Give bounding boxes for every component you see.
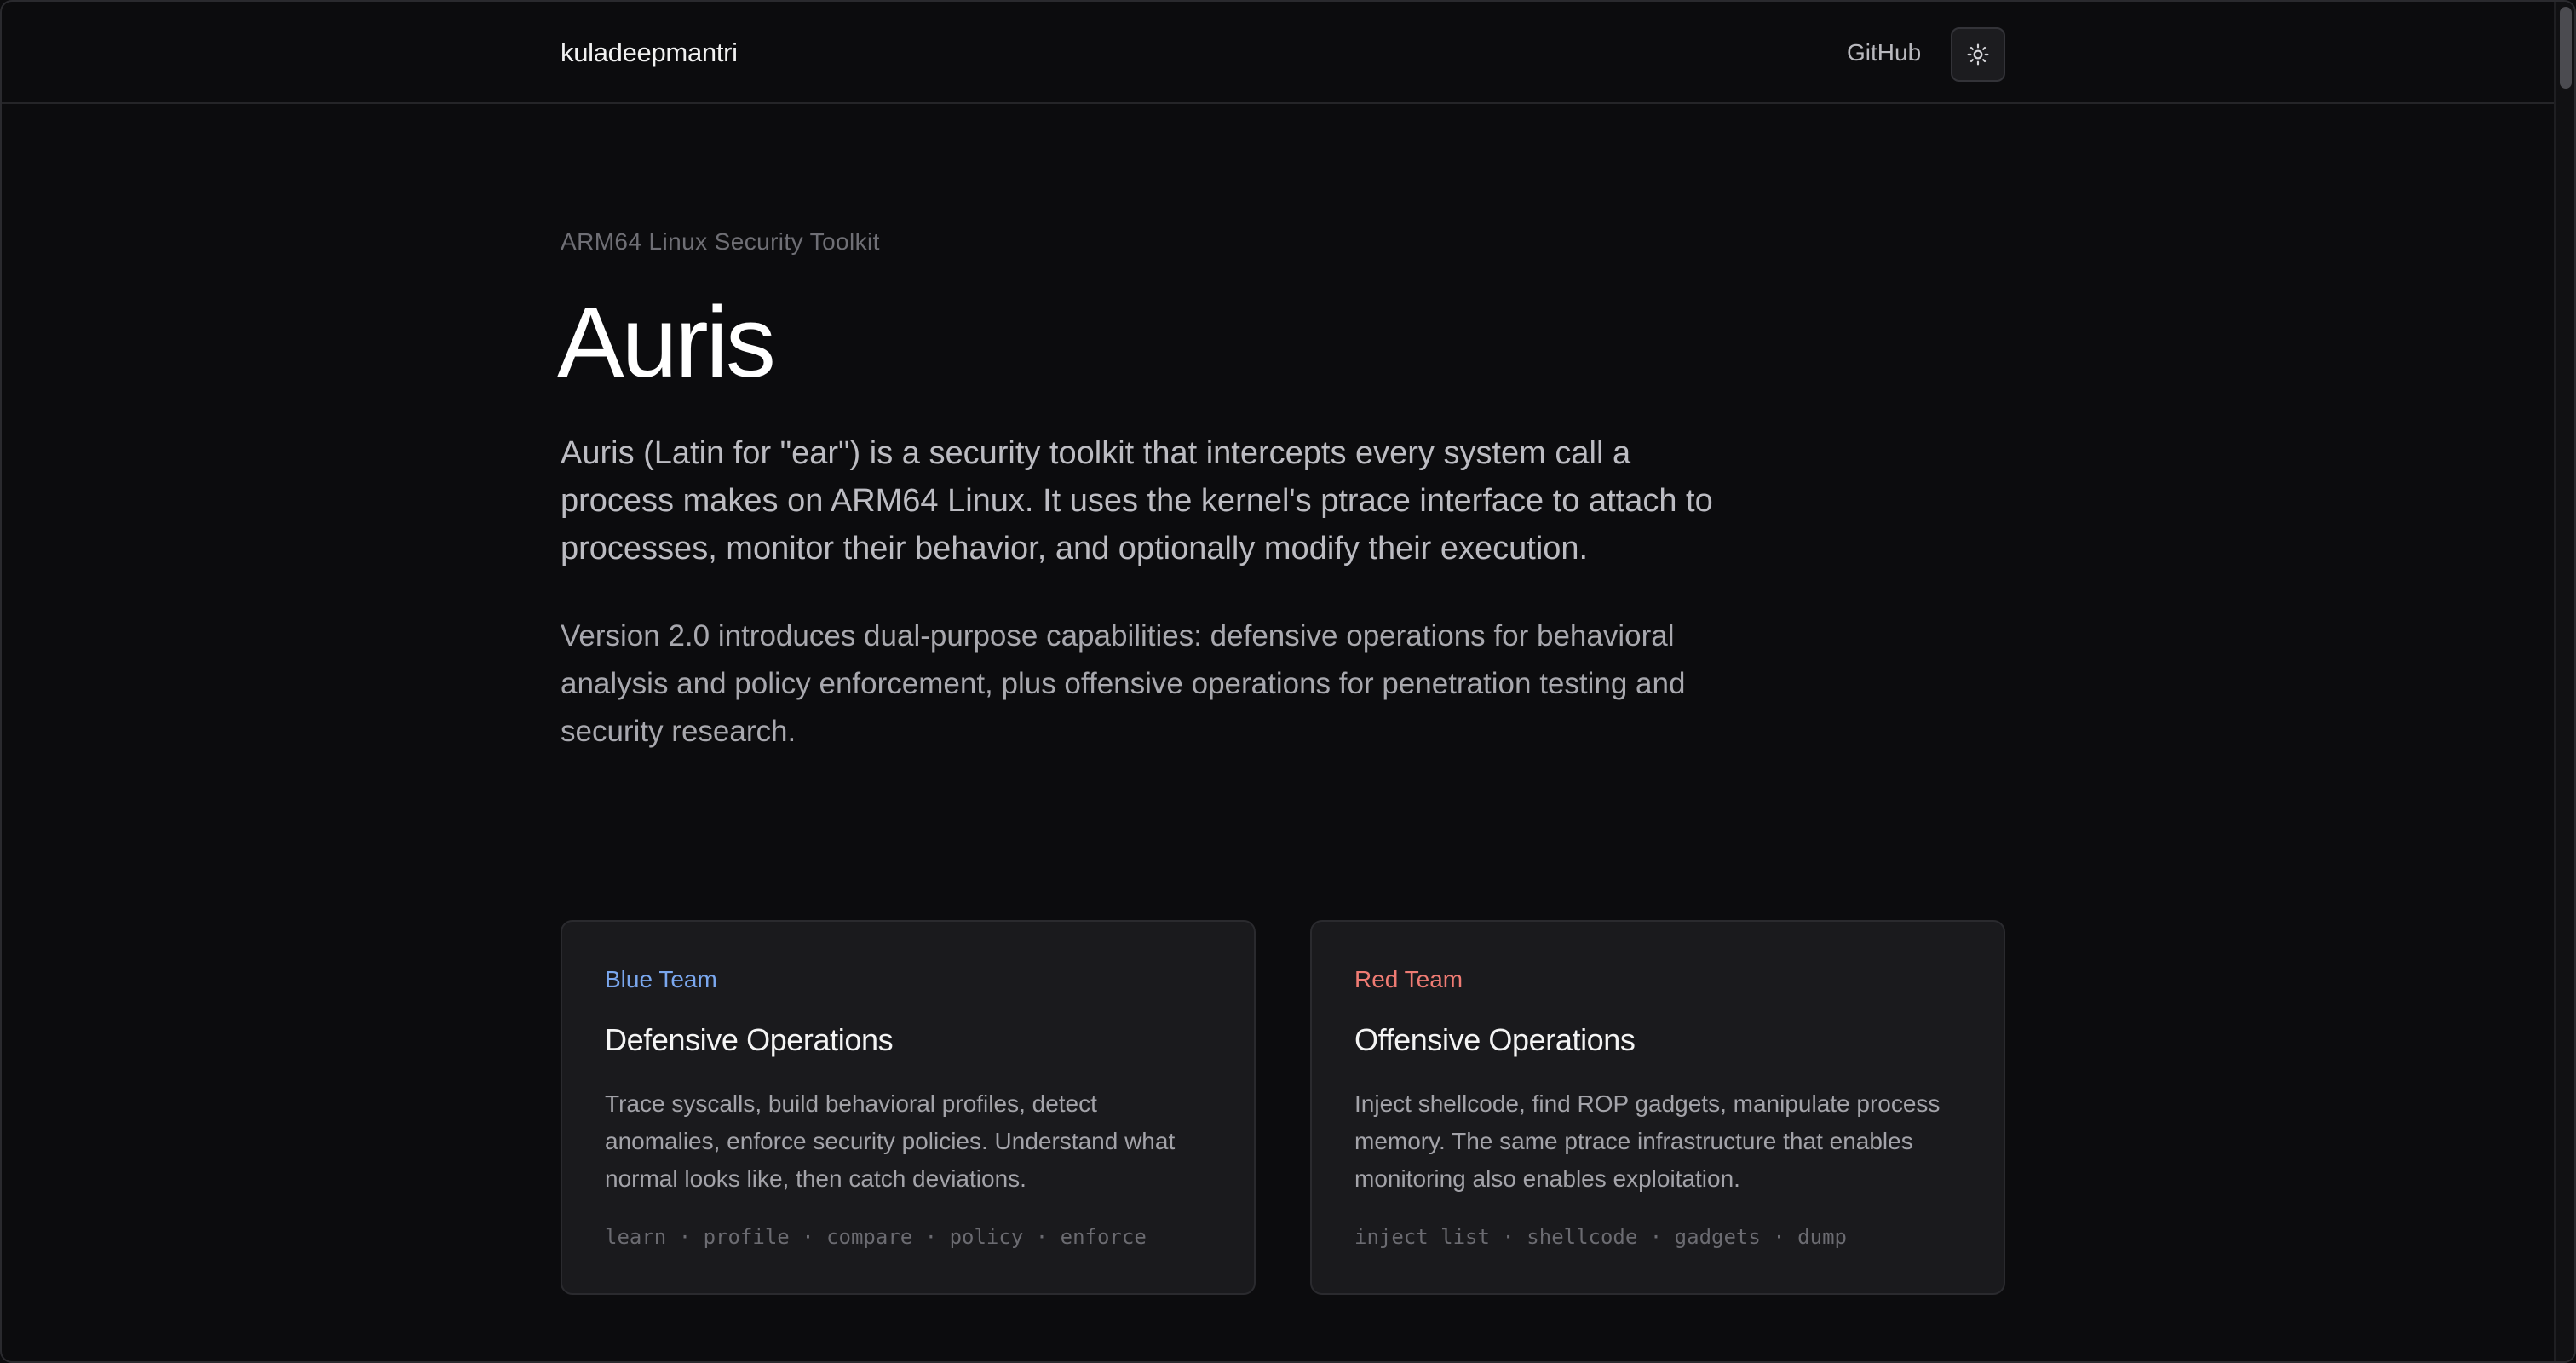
card-commands: learn · profile · compare · policy · enf…	[605, 1225, 1147, 1249]
card-tag: Red Team	[1354, 966, 1463, 992]
card-commands: inject list · shellcode · gadgets · dump	[1354, 1225, 1847, 1249]
scrollbar-thumb[interactable]	[2560, 7, 2572, 89]
card-description: Trace syscalls, build behavioral profile…	[605, 1090, 1176, 1192]
blue-team-card: Blue Team Defensive Operations Trace sys…	[561, 920, 1256, 1295]
card-tag: Blue Team	[605, 966, 717, 992]
vertical-scrollbar[interactable]	[2554, 2, 2574, 1361]
card-title: Defensive Operations	[605, 1022, 894, 1057]
card-description: Inject shellcode, find ROP gadgets, mani…	[1354, 1090, 1941, 1192]
hero-eyebrow: ARM64 Linux Security Toolkit	[561, 228, 880, 255]
browser-viewport: kuladeepmantri GitHub ARM64 Linux Securi…	[0, 0, 2576, 1363]
hero-version-paragraph: Version 2.0 introduces dual-purpose capa…	[561, 619, 1686, 748]
page-title: Auris	[557, 286, 776, 399]
theme-toggle-button[interactable]	[1951, 27, 2005, 82]
site-header: kuladeepmantri GitHub	[2, 2, 2574, 104]
hero-lead-paragraph: Auris (Latin for "ear") is a security to…	[561, 435, 1713, 566]
red-team-card: Red Team Offensive Operations Inject she…	[1310, 920, 2005, 1295]
brand-link[interactable]: kuladeepmantri	[561, 37, 738, 68]
sun-icon	[1967, 43, 1989, 66]
card-title: Offensive Operations	[1354, 1022, 1636, 1057]
github-link[interactable]: GitHub	[1847, 39, 1921, 66]
